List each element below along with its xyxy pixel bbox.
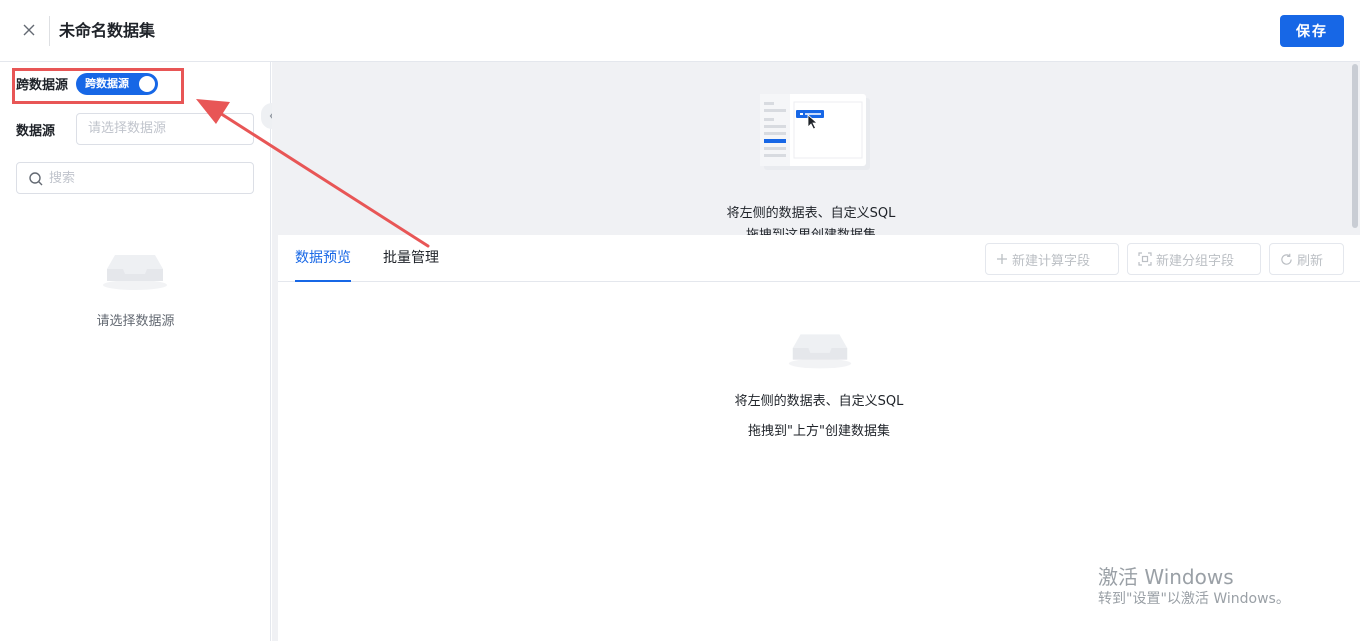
drag-illustration-icon xyxy=(760,94,870,170)
new-group-field-label: 新建分组字段 xyxy=(1156,253,1235,269)
refresh-label: 刷新 xyxy=(1297,253,1324,269)
plus-icon xyxy=(997,254,1007,264)
search-box[interactable] xyxy=(16,162,254,194)
group-field-icon xyxy=(1138,252,1152,266)
page-title: 未命名数据集 xyxy=(59,21,156,40)
header-divider xyxy=(49,16,50,46)
tab-data-preview[interactable]: 数据预览 xyxy=(295,235,351,282)
search-input[interactable] xyxy=(49,163,249,193)
empty-box-icon xyxy=(103,255,167,290)
scrollbar-thumb[interactable] xyxy=(1352,64,1358,228)
windows-watermark-subtitle: 转到"设置"以激活 Windows。 xyxy=(1098,591,1290,607)
left-panel: 跨数据源 跨数据源 数据源 请选择数据源 请选择数据源 xyxy=(0,62,271,641)
refresh-icon xyxy=(1281,253,1292,265)
header-bar: 未命名数据集 保存 xyxy=(0,0,1360,62)
new-calc-field-button[interactable]: 新建计算字段 xyxy=(985,243,1119,275)
close-icon xyxy=(23,24,35,36)
canvas-scrollbar[interactable] xyxy=(1350,62,1360,235)
cross-source-label: 跨数据源 xyxy=(16,78,69,93)
drop-canvas[interactable]: 将左侧的数据表、自定义SQL 拖拽到这里创建数据集 xyxy=(272,62,1360,235)
search-icon xyxy=(29,172,43,186)
windows-watermark-title: 激活 Windows xyxy=(1098,565,1234,589)
save-button[interactable]: 保存 xyxy=(1280,15,1344,47)
datasource-select[interactable]: 请选择数据源 xyxy=(76,113,254,145)
preview-hint-line2: 拖拽到"上方"创建数据集 xyxy=(748,424,890,439)
cross-source-switch[interactable]: 跨数据源 xyxy=(76,73,158,95)
canvas-hint-line2: 拖拽到这里创建数据集 xyxy=(272,224,1350,235)
new-calc-field-label: 新建计算字段 xyxy=(1012,253,1091,269)
close-button[interactable] xyxy=(18,19,40,41)
canvas-hint-line1: 将左侧的数据表、自定义SQL xyxy=(726,206,896,221)
preview-hint-line1: 将左侧的数据表、自定义SQL xyxy=(734,394,904,409)
empty-box-icon xyxy=(788,334,852,369)
new-group-field-button[interactable]: 新建分组字段 xyxy=(1127,243,1261,275)
switch-knob xyxy=(139,76,155,92)
cross-source-switch-text: 跨数据源 xyxy=(85,77,129,90)
dataset-editor: 未命名数据集 保存 跨数据源 跨数据源 数据源 请选择数据源 请选择数据源 xyxy=(0,0,1360,641)
left-empty-text: 请选择数据源 xyxy=(96,314,175,329)
tabs-bar: 数据预览 批量管理 新建计算字段 新建分组字段 刷新 xyxy=(278,235,1360,282)
tab-batch-manage[interactable]: 批量管理 xyxy=(383,235,439,282)
refresh-button[interactable]: 刷新 xyxy=(1269,243,1344,275)
datasource-label: 数据源 xyxy=(16,124,56,139)
